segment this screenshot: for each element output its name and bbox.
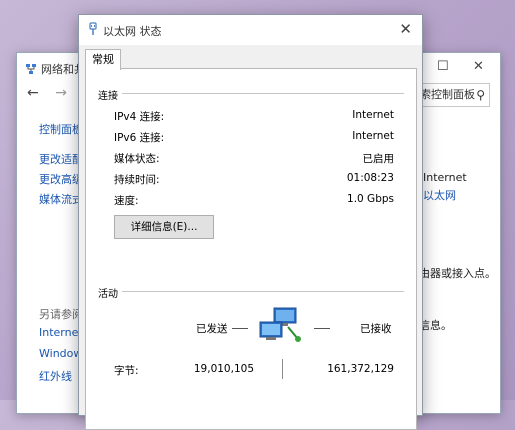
network-center-icon bbox=[26, 64, 36, 74]
router-text: 由器或接入点。 bbox=[419, 267, 496, 280]
close-button[interactable]: ✕ bbox=[473, 59, 484, 74]
nav-bar: ← → bbox=[27, 85, 79, 101]
ipv4-value: Internet bbox=[352, 109, 394, 121]
info-text: 信息。 bbox=[419, 319, 452, 332]
ethernet-link[interactable]: 以太网 bbox=[423, 187, 456, 203]
connection-divider bbox=[98, 93, 404, 94]
speed-value: 1.0 Gbps bbox=[347, 193, 394, 205]
ipv6-label: IPv6 连接: bbox=[114, 132, 165, 144]
see-also-infrared[interactable]: 红外线 bbox=[39, 368, 79, 384]
ipv4-label: IPv4 连接: bbox=[114, 111, 165, 123]
back-arrow-icon[interactable]: ← bbox=[27, 85, 39, 101]
speed-label: 速度: bbox=[114, 195, 139, 207]
duration-value: 01:08:23 bbox=[346, 172, 394, 184]
media-state-label: 媒体状态: bbox=[114, 153, 160, 165]
see-also-windows[interactable]: Window bbox=[39, 347, 79, 360]
bytes-received-value: 161,372,129 bbox=[327, 363, 394, 375]
sidebar-link-advanced[interactable]: 更改高级 bbox=[39, 171, 79, 187]
sent-dash bbox=[232, 328, 248, 329]
received-dash bbox=[314, 328, 330, 329]
activity-divider bbox=[98, 291, 404, 292]
access-type-value: Internet bbox=[423, 171, 467, 184]
see-also-internet[interactable]: Internet bbox=[39, 326, 79, 339]
dialog-title: 以太网 状态 bbox=[103, 25, 162, 38]
bytes-separator bbox=[282, 359, 283, 379]
bytes-sent-value: 19,010,105 bbox=[193, 363, 254, 375]
ethernet-status-dialog: 以太网 状态 ✕ 常规 连接 IPv4 连接: Internet IPv6 连接… bbox=[78, 14, 423, 430]
duration-label: 持续时间: bbox=[114, 174, 160, 186]
general-tab-panel: 连接 IPv4 连接: Internet IPv6 连接: Internet 媒… bbox=[85, 68, 417, 430]
close-icon[interactable]: ✕ bbox=[399, 20, 412, 38]
received-label: 已接收 bbox=[360, 323, 392, 335]
ipv6-value: Internet bbox=[352, 130, 394, 142]
window-title: 网络和共 bbox=[25, 61, 85, 77]
dialog-title-bar: 以太网 状态 ✕ bbox=[79, 15, 422, 45]
network-computers-icon bbox=[259, 307, 301, 342]
search-icon[interactable]: ⚲ bbox=[476, 84, 485, 106]
sidebar: 控制面板 更改适配 更改高级 媒体流式 另请参阅 Internet Window… bbox=[17, 113, 79, 413]
details-button[interactable]: 详细信息(E)... bbox=[114, 215, 214, 239]
sent-label: 已发送 bbox=[196, 323, 228, 335]
forward-arrow-icon[interactable]: → bbox=[55, 85, 67, 101]
sidebar-home-link[interactable]: 控制面板 bbox=[39, 121, 79, 137]
sidebar-link-adapter[interactable]: 更改适配 bbox=[39, 151, 79, 167]
media-state-value: 已启用 bbox=[362, 153, 395, 165]
ethernet-plug-icon bbox=[89, 22, 97, 35]
connection-group-label: 连接 bbox=[98, 87, 122, 102]
sidebar-link-media[interactable]: 媒体流式 bbox=[39, 191, 79, 207]
maximize-button[interactable]: ☐ bbox=[437, 59, 449, 74]
tab-general[interactable]: 常规 bbox=[85, 49, 121, 70]
see-also-title: 另请参阅 bbox=[39, 308, 79, 321]
activity-group-label: 活动 bbox=[98, 285, 122, 300]
bytes-label: 字节: bbox=[114, 365, 139, 377]
